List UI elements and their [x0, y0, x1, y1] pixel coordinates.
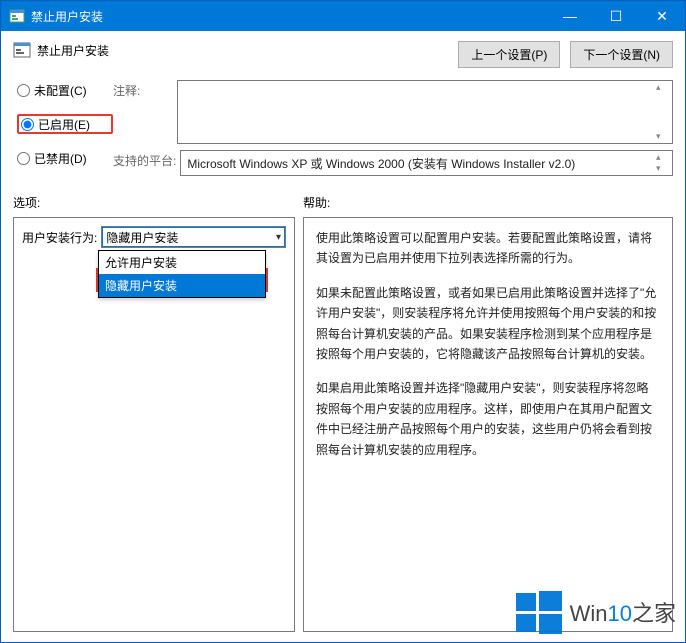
comment-label: 注释:: [113, 80, 173, 99]
radio-enabled-input[interactable]: [21, 118, 34, 131]
scrollbar-icon: ▴▾: [656, 153, 670, 173]
watermark-text: Win10之家: [570, 596, 676, 628]
help-paragraph-1: 使用此策略设置可以配置用户安装。若要配置此策略设置，请将其设置为已启用并使用下拉…: [316, 228, 660, 269]
prev-setting-button[interactable]: 上一个设置(P): [458, 41, 560, 68]
option-behavior-label: 用户安装行为:: [22, 229, 97, 246]
supported-textbox[interactable]: Microsoft Windows XP 或 Windows 2000 (安装有…: [180, 150, 673, 176]
dropdown-item-allow[interactable]: 允许用户安装: [99, 251, 265, 274]
radio-disabled[interactable]: 已禁用(D): [17, 148, 113, 168]
wm-suffix: 之家: [632, 601, 676, 626]
window-title: 禁止用户安装: [31, 8, 547, 25]
config-row: 未配置(C) 已启用(E) 已禁用(D) 注释: ▴▾: [13, 80, 673, 176]
wm-accent: 10: [608, 601, 632, 626]
help-paragraph-3: 如果启用此策略设置并选择"隐藏用户安装"，则安装程序将忽略按照每个用户安装的应用…: [316, 378, 660, 460]
radio-not-configured-input[interactable]: [17, 84, 30, 97]
main-panels: 用户安装行为: 隐藏用户安装 ▾ 允许用户安装 隐藏用户安装 使用此策略设置可以…: [13, 217, 673, 642]
header-row: 禁止用户安装 上一个设置(P) 下一个设置(N): [13, 41, 673, 68]
behavior-select-value: 隐藏用户安装: [106, 229, 178, 246]
radio-disabled-input[interactable]: [17, 152, 30, 165]
comment-textbox[interactable]: ▴▾: [177, 80, 673, 144]
scrollbar-icon: ▴▾: [656, 83, 670, 141]
radio-not-configured[interactable]: 未配置(C): [17, 80, 113, 100]
heading-text: 禁止用户安装: [37, 42, 109, 59]
wm-prefix: Win: [570, 601, 608, 626]
supported-row: 支持的平台: Microsoft Windows XP 或 Windows 20…: [113, 150, 673, 176]
comment-row: 注释: ▴▾: [113, 80, 673, 144]
watermark: Win10之家: [514, 587, 676, 637]
policy-icon: [13, 41, 31, 59]
supported-label: 支持的平台:: [113, 150, 176, 169]
next-setting-button[interactable]: 下一个设置(N): [570, 41, 673, 68]
dropdown-item-hide[interactable]: 隐藏用户安装: [99, 274, 265, 297]
window-buttons: — ☐ ✕: [547, 1, 685, 31]
help-paragraph-2: 如果未配置此策略设置，或者如果已启用此策略设置并选择了"允许用户安装"，则安装程…: [316, 283, 660, 365]
chevron-down-icon: ▾: [276, 232, 281, 243]
app-icon: [9, 8, 25, 24]
option-behavior-row: 用户安装行为: 隐藏用户安装 ▾: [22, 226, 286, 248]
radio-disabled-label: 已禁用(D): [34, 150, 87, 167]
meta-col: 注释: ▴▾ 支持的平台: Microsoft Windows XP 或 Win…: [113, 80, 673, 176]
radio-enabled-label: 已启用(E): [38, 116, 90, 133]
radio-not-configured-label: 未配置(C): [34, 82, 87, 99]
supported-text: Microsoft Windows XP 或 Windows 2000 (安装有…: [187, 155, 575, 172]
dialog-window: 禁止用户安装 — ☐ ✕ 禁止用户安装 上一个设置(P) 下一个设置(N): [0, 0, 686, 643]
title-bar: 禁止用户安装 — ☐ ✕: [1, 1, 685, 31]
behavior-select[interactable]: 隐藏用户安装 ▾: [101, 226, 286, 248]
heading: 禁止用户安装: [13, 41, 458, 59]
options-panel: 用户安装行为: 隐藏用户安装 ▾ 允许用户安装 隐藏用户安装: [13, 217, 295, 632]
help-label: 帮助:: [303, 194, 673, 211]
options-label: 选项:: [13, 194, 303, 211]
nav-buttons: 上一个设置(P) 下一个设置(N): [458, 41, 673, 68]
section-labels: 选项: 帮助:: [13, 194, 673, 211]
state-radios: 未配置(C) 已启用(E) 已禁用(D): [13, 80, 113, 176]
behavior-dropdown: 允许用户安装 隐藏用户安装: [98, 250, 266, 298]
minimize-button[interactable]: —: [547, 1, 593, 31]
maximize-button[interactable]: ☐: [593, 1, 639, 31]
help-panel: 使用此策略设置可以配置用户安装。若要配置此策略设置，请将其设置为已启用并使用下拉…: [303, 217, 673, 632]
radio-enabled[interactable]: 已启用(E): [17, 114, 113, 134]
close-button[interactable]: ✕: [639, 1, 685, 31]
windows-logo-icon: [514, 587, 564, 637]
dialog-content: 禁止用户安装 上一个设置(P) 下一个设置(N) 未配置(C) 已启用(E): [1, 31, 685, 642]
